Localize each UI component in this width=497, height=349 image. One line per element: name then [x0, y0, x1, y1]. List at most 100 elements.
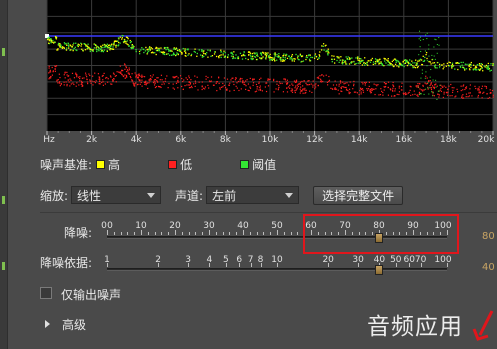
low-point: [185, 77, 187, 79]
low-point: [373, 88, 375, 90]
low-point: [361, 88, 363, 91]
low-point: [57, 82, 59, 84]
low-point: [149, 75, 152, 77]
threshold-point: [349, 58, 351, 60]
advanced-toggle[interactable]: 高级: [62, 316, 86, 333]
spectrum-graph[interactable]: [40, 0, 497, 149]
chevron-right-icon[interactable]: [45, 320, 50, 328]
low-point: [68, 81, 70, 83]
reduce-by-track[interactable]: [107, 268, 447, 271]
threshold-point: [457, 68, 459, 71]
threshold-point: [202, 51, 204, 53]
threshold-point: [459, 66, 462, 68]
threshold-point: [351, 61, 353, 63]
threshold-point: [485, 64, 488, 67]
low-point: [416, 86, 418, 88]
low-point: [355, 91, 357, 93]
low-point: [441, 85, 443, 87]
low-point: [258, 78, 261, 81]
spike-point: [435, 79, 437, 81]
threshold-point: [434, 66, 436, 69]
low-point: [428, 80, 430, 82]
threshold-point: [202, 50, 204, 52]
low-point: [48, 78, 50, 80]
select-entire-file-button[interactable]: 选择完整文件: [313, 185, 404, 205]
spike-point: [439, 84, 441, 86]
output-noise-only-label[interactable]: 仅输出噪声: [61, 286, 121, 303]
channel-select[interactable]: 左前: [206, 186, 300, 204]
noise-floor-legend: 噪声基准: 高 低 阈值: [40, 156, 320, 172]
low-point: [81, 82, 84, 84]
threshold-point: [376, 61, 379, 63]
slider-tick: [195, 232, 197, 235]
reduce-by-value[interactable]: 40: [482, 262, 495, 273]
threshold-point: [305, 58, 307, 61]
threshold-point: [123, 39, 126, 42]
threshold-point: [106, 50, 108, 53]
threshold-point: [169, 50, 172, 52]
low-point: [145, 83, 147, 85]
slider-tick: [225, 263, 227, 267]
spike-point: [428, 55, 430, 57]
low-point: [353, 91, 356, 93]
spike-point: [419, 94, 421, 96]
low-point: [88, 73, 90, 75]
threshold-point: [278, 56, 280, 58]
low-point: [392, 85, 395, 87]
low-point: [438, 96, 440, 98]
threshold-point: [293, 58, 295, 60]
threshold-point: [232, 55, 234, 58]
low-point: [137, 76, 140, 78]
low-point: [438, 94, 440, 96]
low-point: [403, 93, 405, 95]
output-noise-only-checkbox[interactable]: [40, 287, 52, 299]
threshold-point: [414, 62, 416, 64]
low-point: [281, 82, 283, 85]
threshold-point: [188, 53, 190, 55]
slider-tick: [290, 232, 292, 235]
low-point: [315, 83, 317, 85]
low-point: [477, 96, 479, 98]
low-point: [92, 84, 94, 86]
threshold-point: [409, 62, 411, 65]
spike-point: [418, 59, 420, 61]
threshold-point: [50, 38, 52, 40]
threshold-point: [95, 48, 98, 51]
threshold-point: [482, 70, 484, 72]
low-point: [352, 88, 354, 90]
threshold-point: [369, 61, 372, 63]
threshold-point: [218, 56, 220, 59]
threshold-point: [409, 59, 411, 61]
reduce-by-slider-thumb[interactable]: [375, 265, 384, 275]
low-point: [353, 83, 355, 85]
low-point: [479, 91, 482, 93]
threshold-point: [290, 55, 293, 57]
low-point: [291, 83, 293, 85]
threshold-point: [470, 66, 472, 68]
low-point: [210, 76, 213, 78]
low-point: [116, 71, 118, 73]
noise-reduction-value[interactable]: 80: [482, 231, 495, 242]
low-point: [156, 80, 158, 82]
spike-point: [426, 65, 428, 67]
low-point: [425, 83, 427, 85]
low-point: [331, 88, 333, 90]
low-point: [201, 88, 203, 91]
threshold-point: [423, 60, 425, 62]
low-point: [249, 87, 252, 89]
low-point: [477, 87, 479, 90]
low-point: [345, 89, 348, 91]
noise-spectrum-plot[interactable]: [40, 0, 497, 149]
threshold-point: [254, 52, 256, 54]
scale-select[interactable]: 线性: [71, 186, 162, 204]
low-point: [275, 88, 277, 90]
low-point: [364, 84, 366, 86]
low-point: [467, 96, 469, 98]
low-point: [97, 73, 100, 75]
spike-point: [432, 79, 434, 81]
threshold-point: [117, 40, 119, 42]
threshold-point: [215, 55, 218, 58]
low-point: [152, 81, 155, 84]
threshold-point: [456, 62, 458, 64]
low-point: [306, 84, 308, 86]
